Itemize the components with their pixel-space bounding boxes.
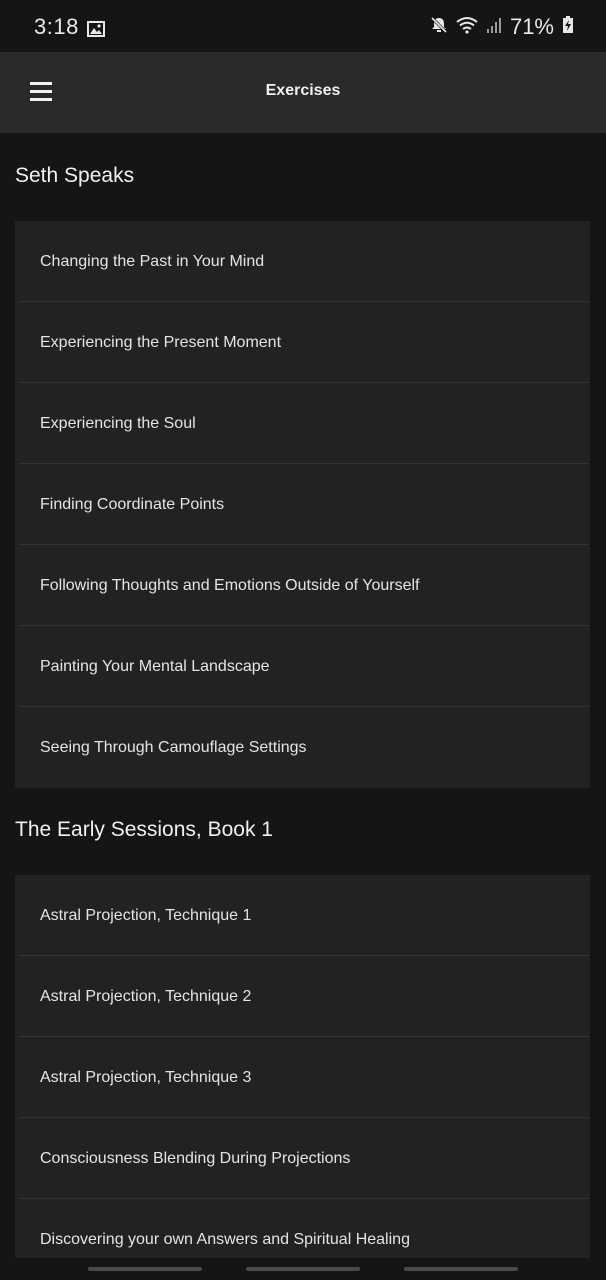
image-icon bbox=[87, 21, 105, 42]
mute-icon bbox=[430, 14, 448, 40]
signal-icon bbox=[486, 14, 502, 40]
exercise-list[interactable]: Seth Speaks Changing the Past in Your Mi… bbox=[0, 133, 606, 1258]
section-card-early-sessions: Astral Projection, Technique 1 Astral Pr… bbox=[15, 875, 590, 1258]
list-item[interactable]: Consciousness Blending During Projection… bbox=[15, 1118, 590, 1199]
list-item[interactable]: Changing the Past in Your Mind bbox=[15, 221, 590, 302]
status-time: 3:18 bbox=[34, 14, 79, 39]
section-card-seth-speaks: Changing the Past in Your Mind Experienc… bbox=[15, 221, 590, 788]
wifi-icon bbox=[456, 14, 478, 40]
list-item[interactable]: Astral Projection, Technique 1 bbox=[15, 875, 590, 956]
list-item[interactable]: Discovering your own Answers and Spiritu… bbox=[15, 1199, 590, 1258]
status-icons: 71% bbox=[430, 14, 574, 40]
list-item[interactable]: Finding Coordinate Points bbox=[15, 464, 590, 545]
list-item[interactable]: Seeing Through Camouflage Settings bbox=[15, 707, 590, 788]
status-bar: 3:18 71% bbox=[0, 0, 606, 52]
home-button[interactable] bbox=[246, 1267, 360, 1271]
battery-percent: 71% bbox=[509, 14, 554, 39]
page-title: Exercises bbox=[265, 82, 341, 99]
list-item[interactable]: Experiencing the Soul bbox=[15, 383, 590, 464]
recent-apps-button[interactable] bbox=[88, 1267, 202, 1271]
list-item[interactable]: Following Thoughts and Emotions Outside … bbox=[15, 545, 590, 626]
back-button[interactable] bbox=[404, 1267, 518, 1271]
list-item[interactable]: Astral Projection, Technique 3 bbox=[15, 1037, 590, 1118]
list-item[interactable]: Experiencing the Present Moment bbox=[15, 302, 590, 383]
battery-icon bbox=[562, 14, 574, 40]
app-bar: Exercises bbox=[0, 52, 606, 133]
list-item[interactable]: Astral Projection, Technique 2 bbox=[15, 956, 590, 1037]
list-item[interactable]: Painting Your Mental Landscape bbox=[15, 626, 590, 707]
system-nav-bar bbox=[0, 1258, 606, 1280]
section-title-early-sessions: The Early Sessions, Book 1 bbox=[15, 818, 273, 841]
section-title-seth-speaks: Seth Speaks bbox=[15, 164, 135, 187]
